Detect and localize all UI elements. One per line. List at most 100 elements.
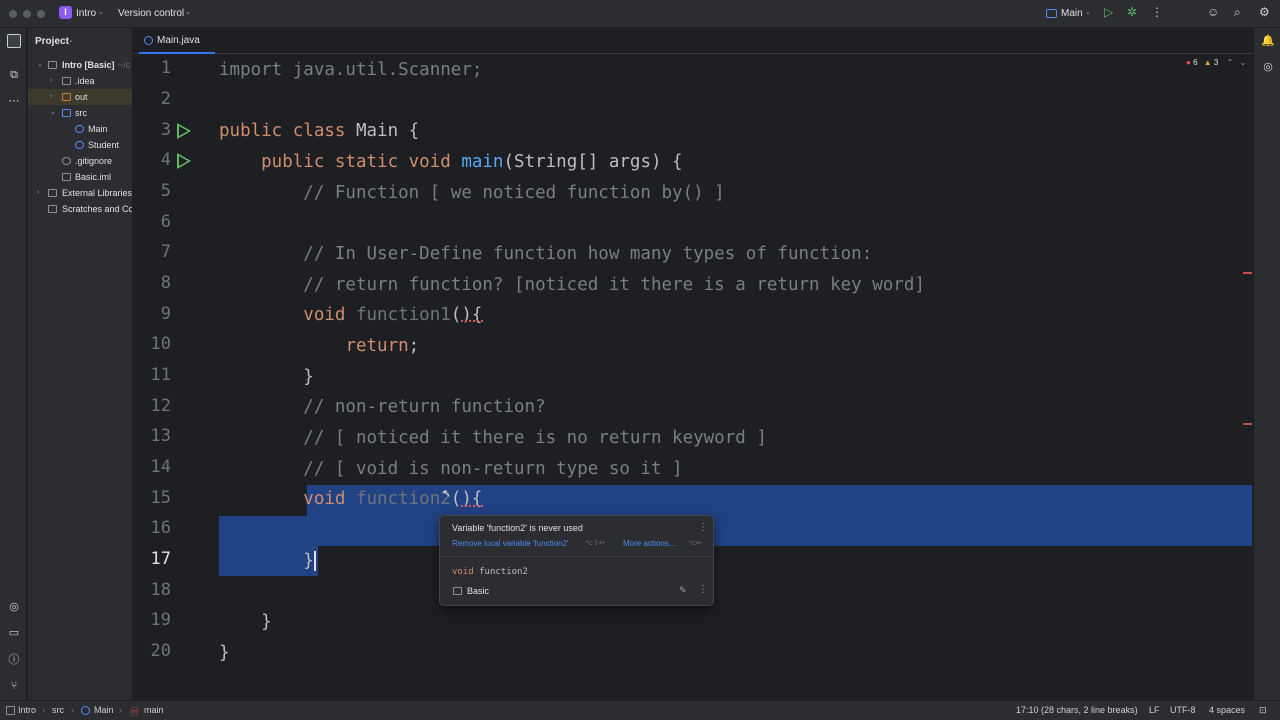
breadcrumb-src[interactable]: src	[52, 705, 64, 715]
indent-setting[interactable]: 4 spaces	[1209, 705, 1245, 715]
code-text: }	[219, 367, 314, 387]
tree-item-gitignore[interactable]: .gitignore	[28, 153, 132, 169]
scratches-icon	[48, 205, 57, 213]
code-editor[interactable]: import java.util.Scanner; public class M…	[219, 54, 1249, 700]
popup-signature: void function2	[452, 567, 528, 577]
close-window-button[interactable]	[9, 10, 17, 18]
notifications-bell-icon[interactable]: 🔔	[1261, 34, 1275, 48]
edit-pencil-icon[interactable]: ✎	[679, 585, 687, 596]
tree-item-main[interactable]: Main	[28, 121, 132, 137]
run-config-selector[interactable]: Main	[1061, 8, 1083, 19]
tree-item-src[interactable]: ⌄ src	[28, 105, 132, 121]
line-number: 7	[160, 242, 171, 262]
more-actions-link[interactable]: More actions...	[623, 539, 675, 548]
line-number: 16	[150, 518, 171, 538]
line-separator[interactable]: LF	[1149, 705, 1160, 715]
tree-item-label: Student	[88, 140, 120, 150]
git-icon[interactable]: ⑂	[7, 679, 21, 693]
code-text: return	[345, 336, 409, 356]
method-icon: ⓜ	[130, 707, 140, 717]
code-text: }	[219, 551, 314, 571]
code-text: }	[219, 612, 272, 632]
tree-item-label: External Libraries	[62, 188, 132, 198]
library-icon	[48, 189, 57, 197]
chevron-right-icon: ›	[42, 705, 45, 715]
popup-options-icon[interactable]: ⋮	[698, 584, 708, 595]
problems-icon[interactable]: ⓘ	[7, 653, 21, 667]
code-line-8: // return function? [noticed it there is…	[219, 270, 925, 300]
run-gutter-icon[interactable]	[177, 123, 191, 139]
tree-item-student[interactable]: Student	[28, 137, 132, 153]
code-text: void	[219, 305, 356, 325]
module-folder-icon	[453, 587, 462, 595]
remove-variable-action[interactable]: Remove local variable 'function2'	[452, 539, 568, 548]
more-tools-icon[interactable]: ⋯	[7, 94, 21, 108]
shortcut-hint: ⌥↩	[688, 540, 702, 547]
breadcrumb-intro[interactable]: Intro	[18, 705, 36, 715]
popup-more-icon[interactable]: ⋮	[698, 522, 708, 533]
java-class-icon	[144, 36, 153, 45]
lock-icon[interactable]: ⊡	[1259, 705, 1267, 716]
tree-item-idea[interactable]: › .idea	[28, 73, 132, 89]
run-gutter-icon[interactable]	[177, 153, 191, 169]
tree-item-out[interactable]: › out	[28, 89, 132, 105]
zoom-window-button[interactable]	[37, 10, 45, 18]
debug-icon[interactable]: ✲	[1127, 5, 1137, 19]
tree-item-intro[interactable]: ⌄ Intro [Basic] ~/c	[28, 57, 132, 73]
project-badge: I	[59, 6, 72, 19]
code-text: main	[461, 152, 504, 172]
popup-module-name: Basic	[467, 586, 490, 596]
caret-position[interactable]: 17:10 (28 chars, 2 line breaks)	[1016, 705, 1138, 715]
run-icon[interactable]: ▷	[1104, 5, 1113, 19]
project-folder-icon[interactable]	[7, 34, 21, 48]
chevron-down-icon: ⌄	[68, 37, 74, 44]
scrollbar-error-mark[interactable]	[1243, 423, 1252, 425]
scrollbar-error-mark[interactable]	[1243, 272, 1252, 274]
terminal-icon[interactable]: ▭	[7, 626, 21, 640]
more-icon[interactable]: ⋮	[1151, 5, 1163, 19]
java-class-icon	[81, 706, 90, 715]
tree-item-label: Basic.iml	[75, 172, 112, 182]
breadcrumb-main-method[interactable]: main	[144, 705, 164, 715]
code-text: // In User-Define function how many type…	[219, 244, 873, 264]
tree-item-basic-iml[interactable]: Basic.iml	[28, 169, 132, 185]
code-text: public class	[219, 121, 356, 141]
tree-item-label: .idea	[75, 76, 95, 86]
project-folder-icon	[6, 706, 15, 715]
folder-icon	[62, 93, 71, 101]
structure-icon[interactable]: ⧉	[7, 68, 21, 82]
folder-icon	[48, 61, 57, 69]
breadcrumb-main-class[interactable]: Main	[94, 705, 114, 715]
line-number: 11	[150, 365, 171, 385]
folder-icon	[62, 77, 71, 85]
tree-item-label: src	[75, 108, 87, 118]
tree-item-label: Intro [Basic]	[62, 60, 115, 70]
tab-main-java[interactable]: Main.java	[139, 28, 215, 54]
line-number: 8	[160, 273, 171, 293]
tree-item-scratches[interactable]: Scratches and Co	[28, 201, 132, 217]
tree-item-label: out	[75, 92, 88, 102]
code-text: // [ noticed it there is no return keywo…	[219, 428, 767, 448]
code-line-20: }	[219, 638, 230, 668]
minimize-window-button[interactable]	[23, 10, 31, 18]
ignore-file-icon	[62, 157, 71, 165]
settings-gear-icon[interactable]: ⚙	[1259, 5, 1270, 19]
shortcut-hint: ⌥⇧↩	[585, 540, 605, 547]
project-panel-title[interactable]: Project	[35, 36, 69, 47]
project-switcher[interactable]: Intro	[76, 8, 96, 19]
profile-icon[interactable]: ☺	[1207, 5, 1219, 19]
tree-item-label: .gitignore	[75, 156, 113, 166]
file-encoding[interactable]: UTF-8	[1170, 705, 1196, 715]
code-text: // Function [ we noticed function by() ]	[219, 183, 725, 203]
code-line-5: // Function [ we noticed function by() ]	[219, 178, 725, 208]
chevron-right-icon: ›	[37, 189, 40, 196]
code-text: import java.util.Scanner;	[219, 60, 483, 80]
java-class-icon	[75, 141, 84, 149]
vcs-menu[interactable]: Version control	[118, 8, 184, 19]
code-line-11: }	[219, 362, 314, 392]
search-icon[interactable]: ⌕	[1234, 5, 1241, 20]
text-caret	[313, 551, 316, 571]
services-icon[interactable]: ◎	[7, 600, 21, 614]
ai-assistant-icon[interactable]: ◎	[1261, 60, 1275, 74]
tree-item-external-libraries[interactable]: › External Libraries	[28, 185, 132, 201]
